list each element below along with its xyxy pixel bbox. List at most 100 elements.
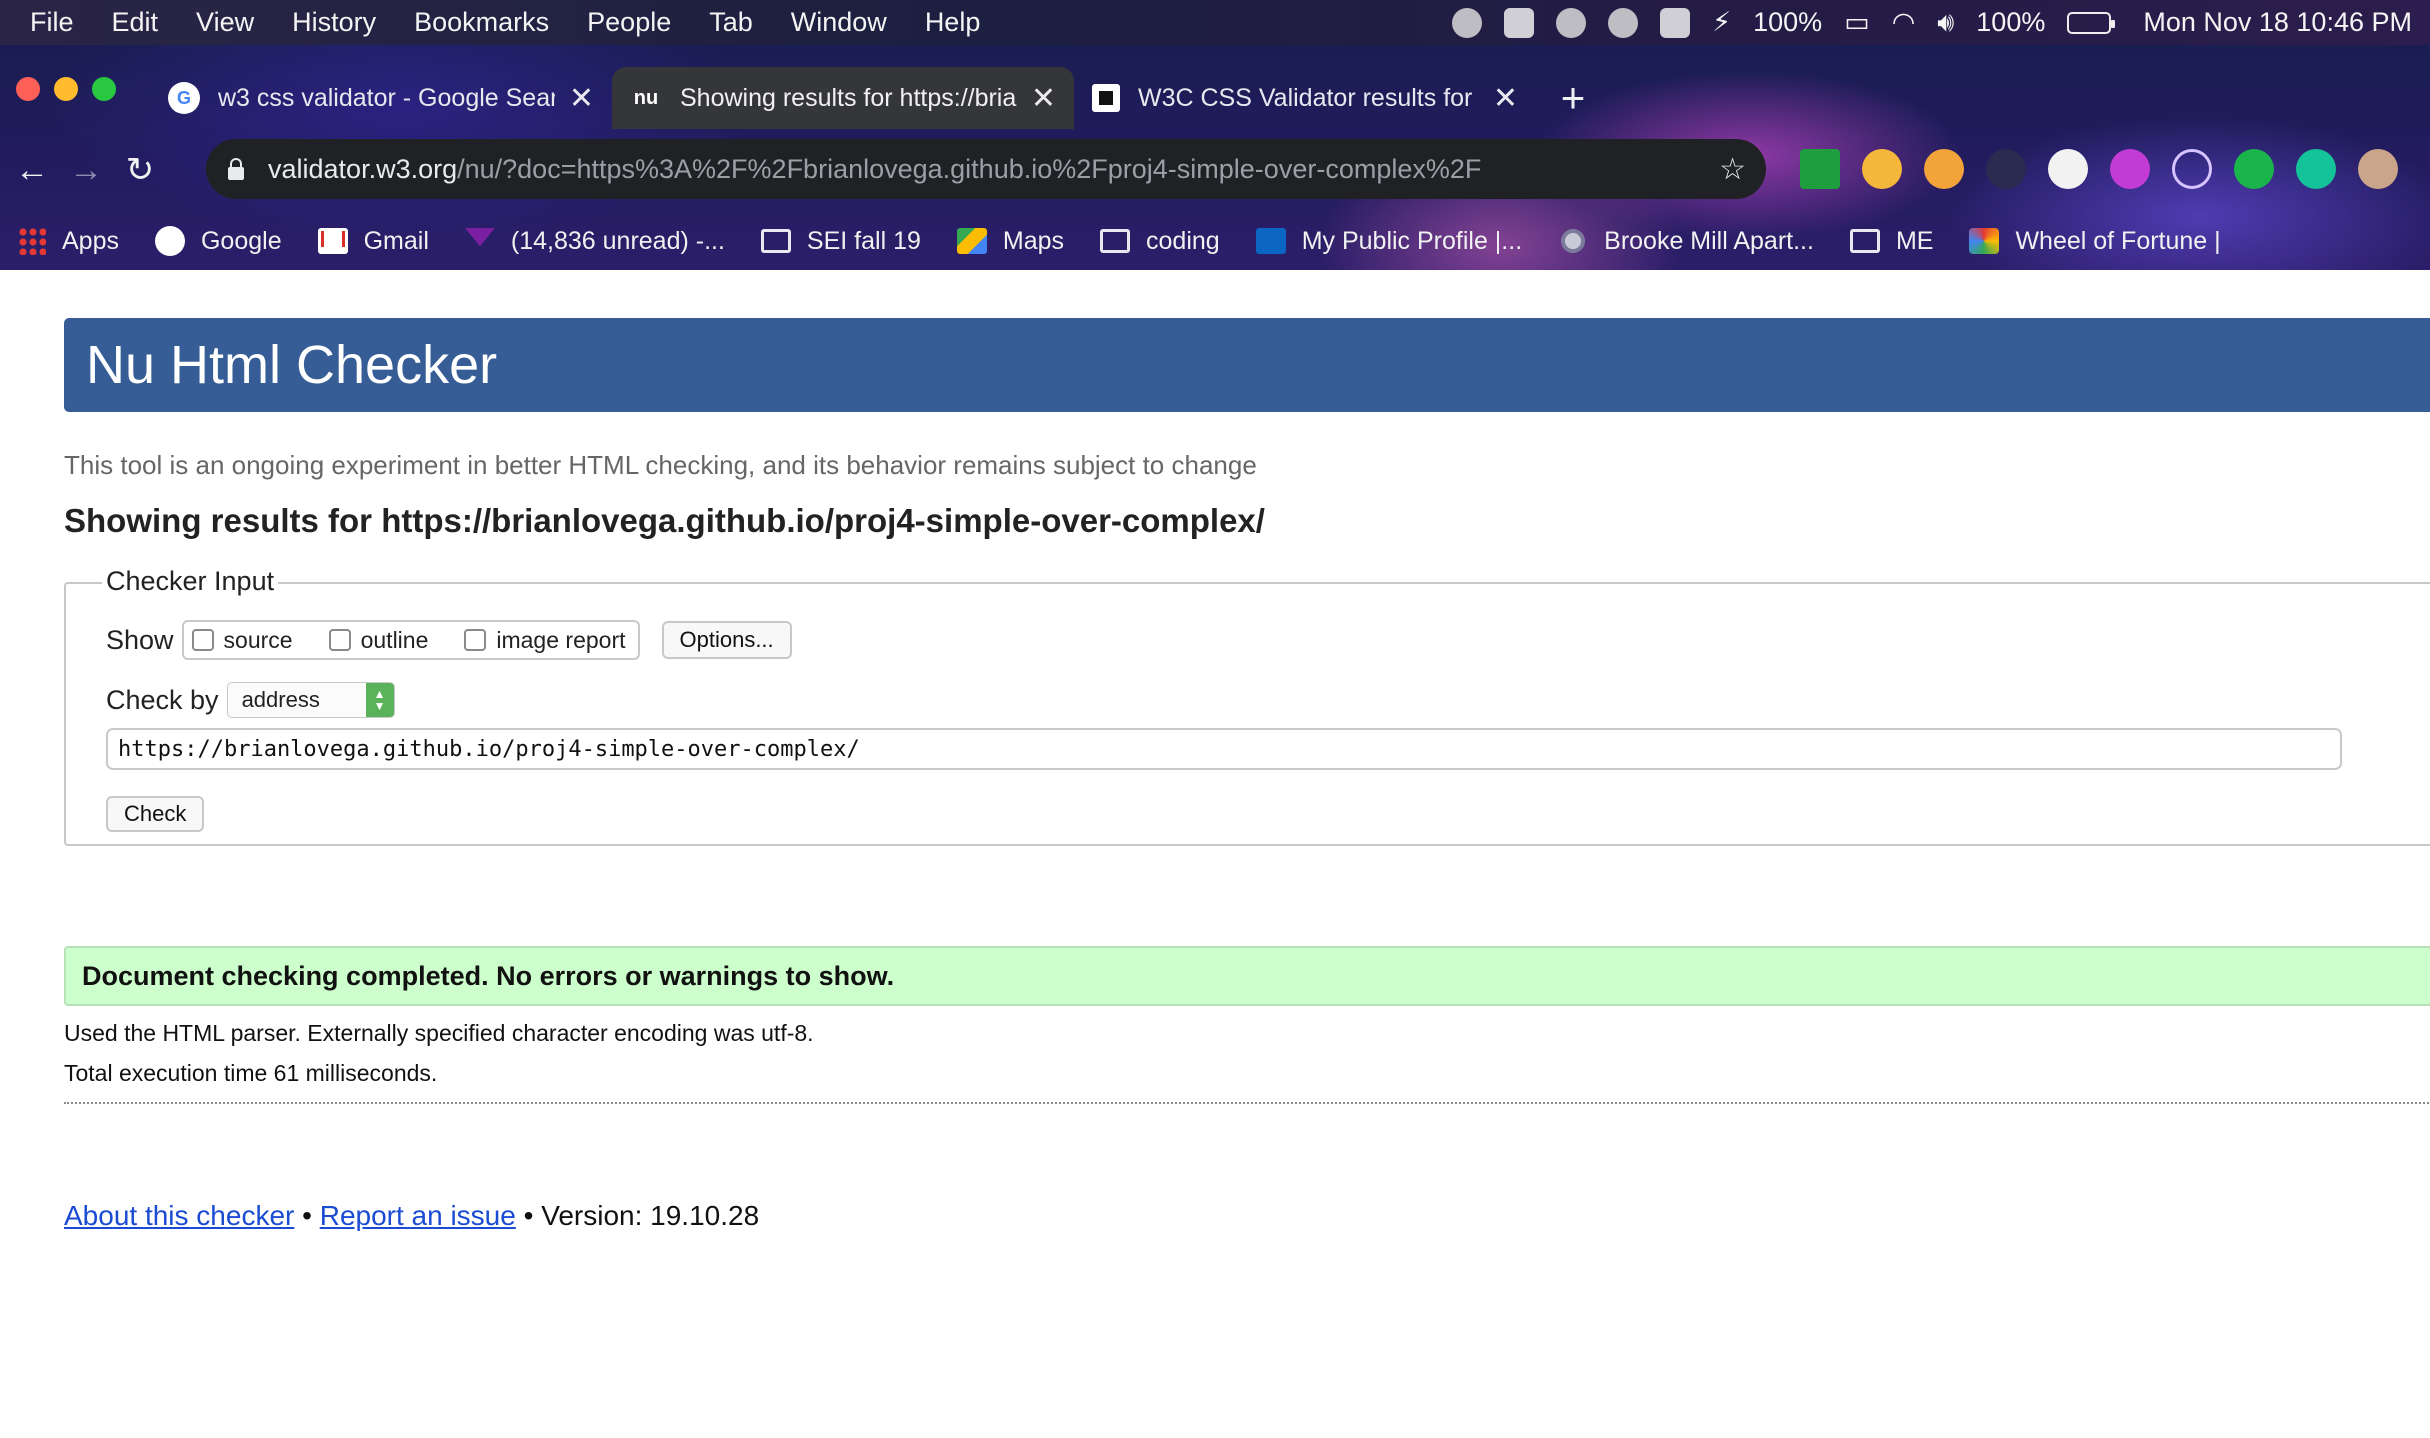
battery-icon[interactable] [2067, 11, 2116, 34]
elephant-icon[interactable] [1660, 7, 1691, 38]
image-report-option[interactable]: image report [464, 627, 626, 654]
source-option[interactable]: source [191, 626, 293, 654]
zoom-icon[interactable] [1504, 7, 1535, 38]
github-extension-icon[interactable] [1986, 149, 2026, 189]
browser-chrome: G w3 css validator - Google Search ✕ nu … [0, 45, 2430, 270]
bookmark-label: (14,836 unread) -... [510, 226, 725, 255]
url-host: validator.w3.org [268, 153, 458, 184]
bookmark-sei-fall-19[interactable]: SEI fall 19 [760, 226, 921, 256]
wifi-icon[interactable]: ◠ [1892, 7, 1916, 38]
menu-help[interactable]: Help [925, 7, 981, 38]
bookmark-star-icon[interactable]: ☆ [1719, 152, 1746, 187]
menu-file[interactable]: File [30, 7, 74, 38]
volume-icon[interactable]: 🔊︎ [1937, 7, 1954, 39]
green-dot-extension-icon[interactable] [2234, 149, 2274, 189]
url-input[interactable]: https://brianlovega.github.io/proj4-simp… [106, 728, 2342, 770]
bookmark-label: Gmail [363, 226, 429, 255]
outline-label: outline [360, 626, 429, 653]
back-icon[interactable]: ← [10, 148, 54, 192]
minimize-window-button[interactable] [54, 77, 78, 101]
menu-view[interactable]: View [196, 7, 254, 38]
bookmark-label: Maps [1002, 226, 1065, 255]
bookmark-wheel-of-fortune[interactable]: Wheel of Fortune | [1969, 226, 2221, 256]
bookmark-maps[interactable]: Maps [956, 226, 1065, 256]
bookmark-google[interactable]: Google [154, 226, 282, 256]
image-report-checkbox[interactable] [464, 629, 487, 651]
wheel-icon [1969, 228, 2000, 254]
w3c-icon [1092, 84, 1120, 112]
menu-edit[interactable]: Edit [112, 7, 159, 38]
clock[interactable]: Mon Nov 18 10:46 PM [2143, 7, 2412, 38]
tab-title: w3 css validator - Google Search [218, 83, 555, 112]
reload-icon[interactable]: ↻ [118, 148, 162, 192]
footer-separator: • [294, 1200, 320, 1231]
address-bar[interactable]: validator.w3.org/nu/?doc=https%3A%2F%2Fb… [206, 139, 1766, 199]
forward-icon[interactable]: → [64, 148, 108, 192]
bookmark-coding[interactable]: coding [1100, 227, 1220, 256]
profile-avatar[interactable] [2358, 149, 2398, 189]
bookmark-label: SEI fall 19 [806, 226, 921, 255]
lock-icon[interactable] [226, 158, 246, 180]
close-icon[interactable]: ✕ [1031, 81, 1056, 116]
react-devtools-icon[interactable] [2172, 149, 2212, 189]
menu-tab[interactable]: Tab [709, 7, 753, 38]
menu-window[interactable]: Window [791, 7, 887, 38]
bookmark-label: coding [1146, 226, 1220, 255]
check-by-label: Check by [106, 684, 219, 715]
checkmark-extension-icon[interactable] [1800, 149, 1840, 189]
close-icon[interactable]: ✕ [569, 81, 594, 116]
close-icon[interactable]: ✕ [1493, 81, 1518, 116]
checker-input-legend: Checker Input [102, 566, 279, 597]
bookmark-gmail[interactable]: Gmail [317, 226, 429, 256]
aperture-icon[interactable] [1556, 7, 1587, 38]
source-checkbox[interactable] [191, 629, 214, 651]
version-text: Version: 19.10.28 [541, 1200, 760, 1231]
tab-w3c-css-validator[interactable]: W3C CSS Validator results for https://br… [1074, 67, 1536, 129]
bookmark-yahoo-mail[interactable]: (14,836 unread) -... [464, 226, 725, 256]
nu-icon: nu [633, 86, 659, 109]
check-by-value: address [241, 687, 320, 712]
json-extension-icon[interactable] [2048, 149, 2088, 189]
airplay-icon[interactable]: ▭ [1844, 7, 1870, 38]
tab-nu-checker[interactable]: nu Showing results for https://brianlove… [612, 67, 1074, 129]
check-by-select[interactable]: address ▲ ▼ [226, 682, 395, 718]
outline-option[interactable]: outline [328, 626, 429, 654]
checkmark-app-icon[interactable] [1608, 7, 1639, 38]
bookmark-brooke-mill[interactable]: Brooke Mill Apart... [1558, 227, 1814, 256]
folder-icon [1849, 229, 1880, 253]
outline-checkbox[interactable] [328, 629, 351, 651]
lightning-icon[interactable]: ⚡ [1712, 7, 1731, 38]
status-app-icon[interactable] [1452, 7, 1483, 38]
bookmark-me[interactable]: ME [1849, 226, 1934, 256]
bookmark-label: ME [1895, 226, 1934, 255]
home-extension-icon[interactable] [1924, 149, 1964, 189]
check-by-row: Check by address ▲ ▼ [106, 682, 395, 718]
yahoo-mail-icon [464, 228, 495, 247]
options-button[interactable]: Options... [661, 621, 792, 659]
check-button[interactable]: Check [106, 796, 205, 832]
bookmark-label: Wheel of Fortune | [2015, 226, 2221, 255]
report-issue-link[interactable]: Report an issue [320, 1200, 516, 1232]
close-window-button[interactable] [16, 77, 40, 101]
macos-menu-bar: File Edit View History Bookmarks People … [0, 0, 2430, 45]
bookmark-linkedin[interactable]: My Public Profile |... [1255, 227, 1522, 256]
menu-people[interactable]: People [587, 7, 671, 38]
bookmark-label: Brooke Mill Apart... [1604, 226, 1814, 255]
folder-icon [760, 229, 791, 253]
tab-title: Showing results for https://brianlovega.… [680, 83, 1017, 112]
source-label: source [223, 626, 293, 653]
bookmark-apps[interactable]: Apps [18, 227, 119, 256]
battery-percent-2: 100% [1976, 7, 2046, 37]
about-checker-link[interactable]: About this checker [64, 1200, 294, 1232]
color-picker-extension-icon[interactable] [2110, 149, 2150, 189]
gear-icon [1558, 228, 1589, 254]
fullscreen-window-button[interactable] [92, 77, 116, 101]
google-icon [154, 226, 185, 256]
menu-bookmarks[interactable]: Bookmarks [414, 7, 549, 38]
menu-history[interactable]: History [292, 7, 376, 38]
bookmarks-bar: Apps Google Gmail (14,836 unread) -... S… [0, 213, 2430, 269]
new-tab-button[interactable]: + [1548, 73, 1598, 123]
magnifier-extension-icon[interactable] [1862, 149, 1902, 189]
tab-google-search[interactable]: G w3 css validator - Google Search ✕ [150, 67, 612, 129]
grammarly-icon[interactable] [2296, 149, 2336, 189]
